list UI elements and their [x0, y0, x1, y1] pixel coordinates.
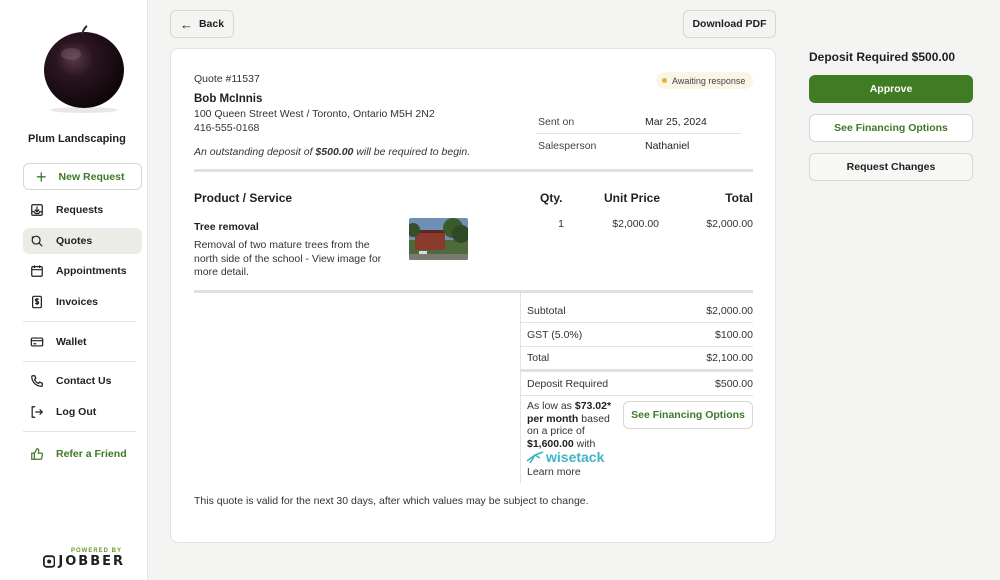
learn-more-link[interactable]: Learn more [527, 466, 581, 478]
sidebar-divider [23, 431, 136, 432]
wisetack-mark-icon [526, 451, 544, 464]
sidebar: Plum Landscaping + New Request Requests … [0, 0, 148, 580]
items-divider [194, 290, 753, 293]
sidebar-item-invoices[interactable]: Invoices [23, 289, 142, 315]
column-header-unit-price: Unit Price [604, 191, 661, 205]
status-badge: Awaiting response [656, 72, 754, 89]
line-item-description: Removal of two mature trees from the nor… [194, 239, 382, 278]
thumbs-up-icon [31, 448, 44, 460]
sidebar-item-contact-us[interactable]: Contact Us [23, 368, 142, 394]
plus-icon: + [36, 166, 47, 187]
powered-by-jobber: POWERED BY JOBBER [43, 548, 125, 569]
salesperson-label: Salesperson [538, 140, 597, 152]
sidebar-divider [23, 361, 136, 362]
arrow-left-icon: ← [179, 16, 193, 32]
column-header-total: Total [725, 191, 753, 205]
sidebar-item-label: Invoices [56, 296, 99, 308]
sidebar-item-label: Requests [56, 204, 104, 216]
summary-divider [520, 395, 753, 396]
gst-value: $100.00 [715, 329, 753, 341]
sidebar-item-label: Appointments [56, 265, 127, 277]
approve-button[interactable]: Approve [809, 75, 973, 103]
total-label: Total [527, 352, 550, 364]
sent-on-value: Mar 25, 2024 [645, 116, 707, 128]
line-item-qty: 1 [558, 218, 564, 230]
company-logo [38, 22, 130, 114]
quote-number: Quote #11537 [194, 73, 260, 85]
column-header-qty: Qty. [540, 191, 563, 205]
line-item-name: Tree removal [194, 221, 259, 233]
jobber-wordmark: JOBBER [58, 554, 125, 569]
sidebar-item-label: Refer a Friend [56, 448, 127, 460]
new-request-label: New Request [58, 170, 125, 183]
sidebar-item-label: Log Out [56, 406, 97, 418]
sidebar-item-label: Quotes [56, 235, 93, 247]
sidebar-item-log-out[interactable]: Log Out [23, 399, 142, 425]
deposit-required-value: $500.00 [715, 378, 753, 390]
meta-divider [536, 133, 741, 134]
sent-on-label: Sent on [538, 116, 575, 128]
quote-search-icon [31, 235, 43, 247]
client-phone: 416-555-0168 [194, 122, 260, 134]
back-label: Back [198, 18, 225, 30]
summary-divider [520, 322, 753, 323]
financing-text: As low as $73.02* per month based on a p… [527, 400, 619, 450]
financing-per-month: per month [527, 412, 579, 425]
back-button[interactable]: ← Back [170, 10, 234, 38]
sidebar-item-label: Wallet [56, 336, 87, 348]
download-pdf-button[interactable]: Download PDF [683, 10, 776, 38]
gst-label: GST (5.0%) [527, 329, 583, 341]
deposit-required-title: Deposit Required $500.00 [809, 50, 956, 64]
deposit-note: An outstanding deposit of $500.00 will b… [194, 146, 470, 158]
total-value: $2,100.00 [706, 352, 753, 364]
calendar-icon [31, 265, 43, 277]
summary-divider [520, 346, 753, 347]
financing-with: with [573, 437, 596, 450]
see-financing-options-side-button[interactable]: See Financing Options [809, 114, 973, 142]
see-financing-options-button[interactable]: See Financing Options [623, 401, 753, 429]
line-item-photo[interactable] [409, 218, 468, 260]
jobber-logo: JOBBER [43, 554, 125, 569]
quote-card: Quote #11537 Awaiting response Bob McInn… [170, 48, 776, 543]
credit-card-icon [30, 337, 44, 347]
financing-as-low-as: As low as [527, 400, 575, 412]
salesperson-value: Nathaniel [645, 140, 690, 152]
wisetack-logo: wisetack [526, 449, 604, 465]
client-name: Bob McInnis [194, 93, 263, 105]
wisetack-wordmark: wisetack [546, 449, 605, 465]
financing-monthly: $73.02* [574, 400, 612, 412]
line-item-unit-price: $2,000.00 [612, 218, 659, 230]
company-name: Plum Landscaping [28, 133, 126, 145]
deposit-note-prefix: An outstanding deposit of [194, 146, 316, 158]
sidebar-item-appointments[interactable]: Appointments [23, 258, 142, 284]
deposit-note-amount: $500.00 [315, 146, 354, 158]
sidebar-item-quotes[interactable]: Quotes [23, 228, 142, 254]
financing-price: $1,600.00 [527, 437, 574, 450]
line-item-total: $2,000.00 [706, 218, 753, 230]
phone-icon [31, 375, 43, 387]
sidebar-item-refer-a-friend[interactable]: Refer a Friend [23, 441, 142, 467]
column-header-product: Product / Service [194, 191, 293, 205]
inbox-download-icon [31, 204, 43, 216]
sidebar-item-requests[interactable]: Requests [23, 197, 142, 223]
deposit-note-suffix: will be required to begin. [353, 146, 471, 158]
invoice-dollar-icon [32, 295, 42, 309]
sidebar-item-label: Contact Us [56, 375, 112, 387]
sidebar-divider [23, 321, 136, 322]
sidebar-item-wallet[interactable]: Wallet [23, 329, 142, 355]
subtotal-value: $2,000.00 [706, 305, 753, 317]
validity-note: This quote is valid for the next 30 days… [194, 495, 589, 507]
subtotal-label: Subtotal [527, 305, 566, 317]
request-changes-button[interactable]: Request Changes [809, 153, 973, 181]
jobber-mark-icon [43, 555, 56, 568]
new-request-button[interactable]: + New Request [23, 163, 142, 190]
logout-icon [31, 406, 44, 418]
header-divider [194, 169, 753, 172]
summary-thick-divider [520, 369, 753, 372]
deposit-required-label: Deposit Required [527, 378, 609, 390]
client-address: 100 Queen Street West / Toronto, Ontario… [194, 108, 435, 120]
